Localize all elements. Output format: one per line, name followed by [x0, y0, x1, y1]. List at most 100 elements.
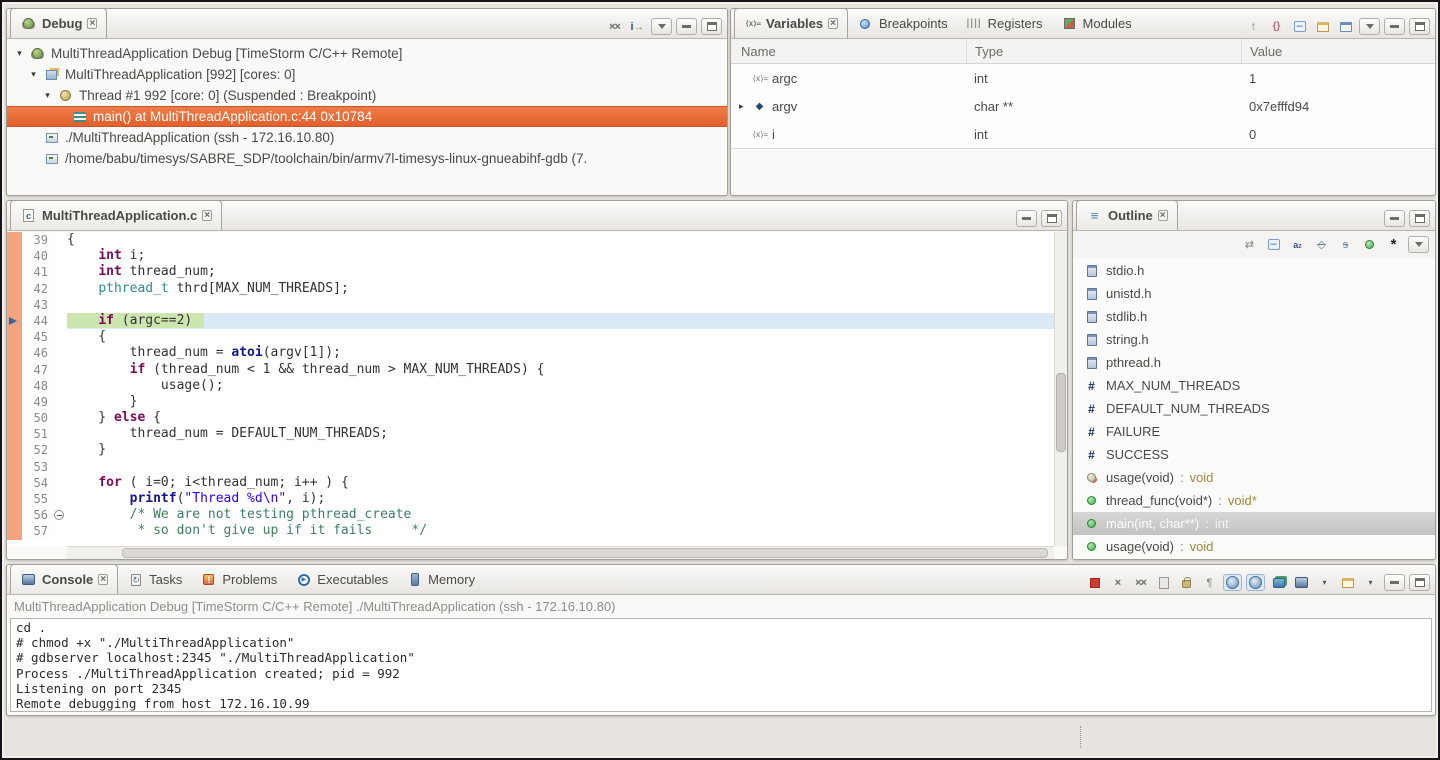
gutter-annotation-column[interactable] [7, 345, 22, 361]
outline-item[interactable]: thread_func(void*) : void* [1073, 489, 1435, 512]
word-wrap-button[interactable]: ¶ [1200, 574, 1219, 591]
code-line[interactable]: 46 thread_num = atoi(argv[1]); [7, 345, 1054, 361]
gutter-annotation-column[interactable] [7, 362, 22, 378]
gutter-annotation-column[interactable] [7, 426, 22, 442]
code-line[interactable]: 51 thread_num = DEFAULT_NUM_THREADS; [7, 426, 1054, 442]
tab-variables[interactable]: (x)=Variables× [734, 8, 848, 38]
gutter-annotation-column[interactable] [7, 507, 22, 523]
column-header-value[interactable]: Value [1241, 39, 1435, 63]
hide-fields-button[interactable]: ◇ [1312, 236, 1331, 253]
code-line[interactable]: 40 int i; [7, 248, 1054, 264]
debug-tree-row[interactable]: ▾MultiThreadApplication Debug [TimeStorm… [7, 43, 727, 64]
minimize-button[interactable] [1384, 210, 1405, 227]
fold-column[interactable] [52, 297, 67, 313]
outline-item[interactable]: pthread.h [1073, 351, 1435, 374]
outline-item[interactable]: usage(void) : void [1073, 466, 1435, 489]
outline-item[interactable]: stdio.h [1073, 259, 1435, 282]
line-number[interactable]: 46 [22, 345, 52, 361]
outline-item[interactable]: #MAX_NUM_THREADS [1073, 374, 1435, 397]
outline-item[interactable]: main(int, char**) : int [1073, 512, 1435, 535]
terminate-button[interactable] [1085, 574, 1104, 591]
code-text[interactable]: /* We are not testing pthread_create [67, 507, 1054, 523]
line-number[interactable]: 57 [22, 523, 52, 539]
gutter-annotation-column[interactable] [7, 459, 22, 475]
variables-row[interactable]: ▸(x)=iint0 [731, 120, 1435, 148]
column-header-name[interactable]: Name [731, 44, 966, 59]
tab-breakpoints[interactable]: Breakpoints [848, 9, 957, 38]
code-text[interactable] [67, 459, 1054, 475]
line-number[interactable]: 40 [22, 248, 52, 264]
code-line[interactable]: 48 usage(); [7, 378, 1054, 394]
tree-expander-icon[interactable]: ▾ [43, 90, 52, 101]
close-icon[interactable]: × [828, 18, 838, 29]
debug-tree-row[interactable]: ▾MultiThreadApplication [992] [cores: 0] [7, 64, 727, 85]
fold-column[interactable] [52, 378, 67, 394]
line-number[interactable]: 43 [22, 297, 52, 313]
code-line[interactable]: 41 int thread_num; [7, 264, 1054, 280]
line-number[interactable]: 51 [22, 426, 52, 442]
code-text[interactable]: { [67, 329, 1054, 345]
line-number[interactable]: 52 [22, 442, 52, 458]
gutter-annotation-column[interactable] [7, 475, 22, 491]
fold-column[interactable] [52, 281, 67, 297]
code-line[interactable]: 55 printf("Thread %d\n", i); [7, 491, 1054, 507]
code-text[interactable]: for ( i=0; i<thread_num; i++ ) { [67, 475, 1054, 491]
code-line[interactable]: 42 pthread_t thrd[MAX_NUM_THREADS]; [7, 281, 1054, 297]
minimize-button[interactable] [1384, 18, 1405, 35]
code-text[interactable]: } [67, 442, 1054, 458]
line-number[interactable]: 50 [22, 410, 52, 426]
gutter-annotation-column[interactable] [7, 329, 22, 345]
code-text[interactable] [67, 297, 1054, 313]
filter-button[interactable]: * [1384, 236, 1403, 253]
fold-column[interactable] [52, 362, 67, 378]
gutter-annotation-column[interactable] [7, 297, 22, 313]
minimize-button[interactable] [676, 18, 697, 35]
debug-tree-row[interactable]: ▾Thread #1 992 [core: 0] (Suspended : Br… [7, 85, 727, 106]
remove-launch-button[interactable]: × [1108, 574, 1127, 591]
line-number[interactable]: 56 [22, 507, 52, 523]
display-console-button[interactable] [1269, 574, 1288, 591]
new-view-button[interactable] [1313, 18, 1332, 35]
line-number[interactable]: 47 [22, 362, 52, 378]
fold-column[interactable] [52, 442, 67, 458]
gutter-annotation-column[interactable] [7, 378, 22, 394]
hide-static-button[interactable]: s [1336, 236, 1355, 253]
outline-item[interactable]: #DEFAULT_NUM_THREADS [1073, 397, 1435, 420]
fold-column[interactable] [52, 329, 67, 345]
collapse-all-button[interactable]: – [1290, 18, 1309, 35]
close-icon[interactable]: × [98, 574, 108, 585]
code-line[interactable]: 39{ [7, 232, 1054, 248]
fold-column[interactable] [52, 248, 67, 264]
maximize-button[interactable] [701, 18, 722, 35]
tab-modules[interactable]: Modules [1052, 9, 1141, 38]
collapse-all-button[interactable]: – [1264, 236, 1283, 253]
debug-tree-row[interactable]: main() at MultiThreadApplication.c:44 0x… [7, 106, 727, 127]
variables-row[interactable]: ▸◆argvchar **0x7efffd94 [731, 92, 1435, 120]
gutter-annotation-column[interactable] [7, 491, 22, 507]
code-text[interactable]: { [67, 232, 1054, 248]
gutter-annotation-column[interactable] [7, 394, 22, 410]
show-type-names-button[interactable]: t [1244, 18, 1263, 35]
tab-problems[interactable]: !Problems [191, 565, 286, 594]
code-line[interactable]: 54 for ( i=0; i<thread_num; i++ ) { [7, 475, 1054, 491]
code-text[interactable]: } else { [67, 410, 1054, 426]
show-logical-structure-button[interactable]: {} [1267, 18, 1286, 35]
code-text[interactable]: * so don't give up if it fails */ [67, 523, 1054, 539]
line-number[interactable]: 48 [22, 378, 52, 394]
gutter-annotation-column[interactable] [7, 523, 22, 539]
hide-nonpublic-button[interactable] [1360, 236, 1379, 253]
tab-debug[interactable]: Debug × [10, 8, 107, 38]
view-menu-button[interactable] [1359, 18, 1380, 35]
fold-collapse-icon[interactable] [54, 510, 64, 520]
clear-console-button[interactable] [1154, 574, 1173, 591]
code-text[interactable]: pthread_t thrd[MAX_NUM_THREADS]; [67, 281, 1054, 297]
editor-horizontal-scrollbar[interactable] [67, 546, 1054, 559]
maximize-button[interactable] [1409, 574, 1430, 591]
fold-column[interactable] [52, 523, 67, 539]
code-line[interactable]: 56 /* We are not testing pthread_create [7, 507, 1054, 523]
code-text[interactable]: int i; [67, 248, 1054, 264]
code-line[interactable]: 57 * so don't give up if it fails */ [7, 523, 1054, 539]
fold-column[interactable] [52, 475, 67, 491]
tab-outline[interactable]: ≡ Outline × [1076, 200, 1178, 230]
line-number[interactable]: 44 [22, 313, 52, 329]
